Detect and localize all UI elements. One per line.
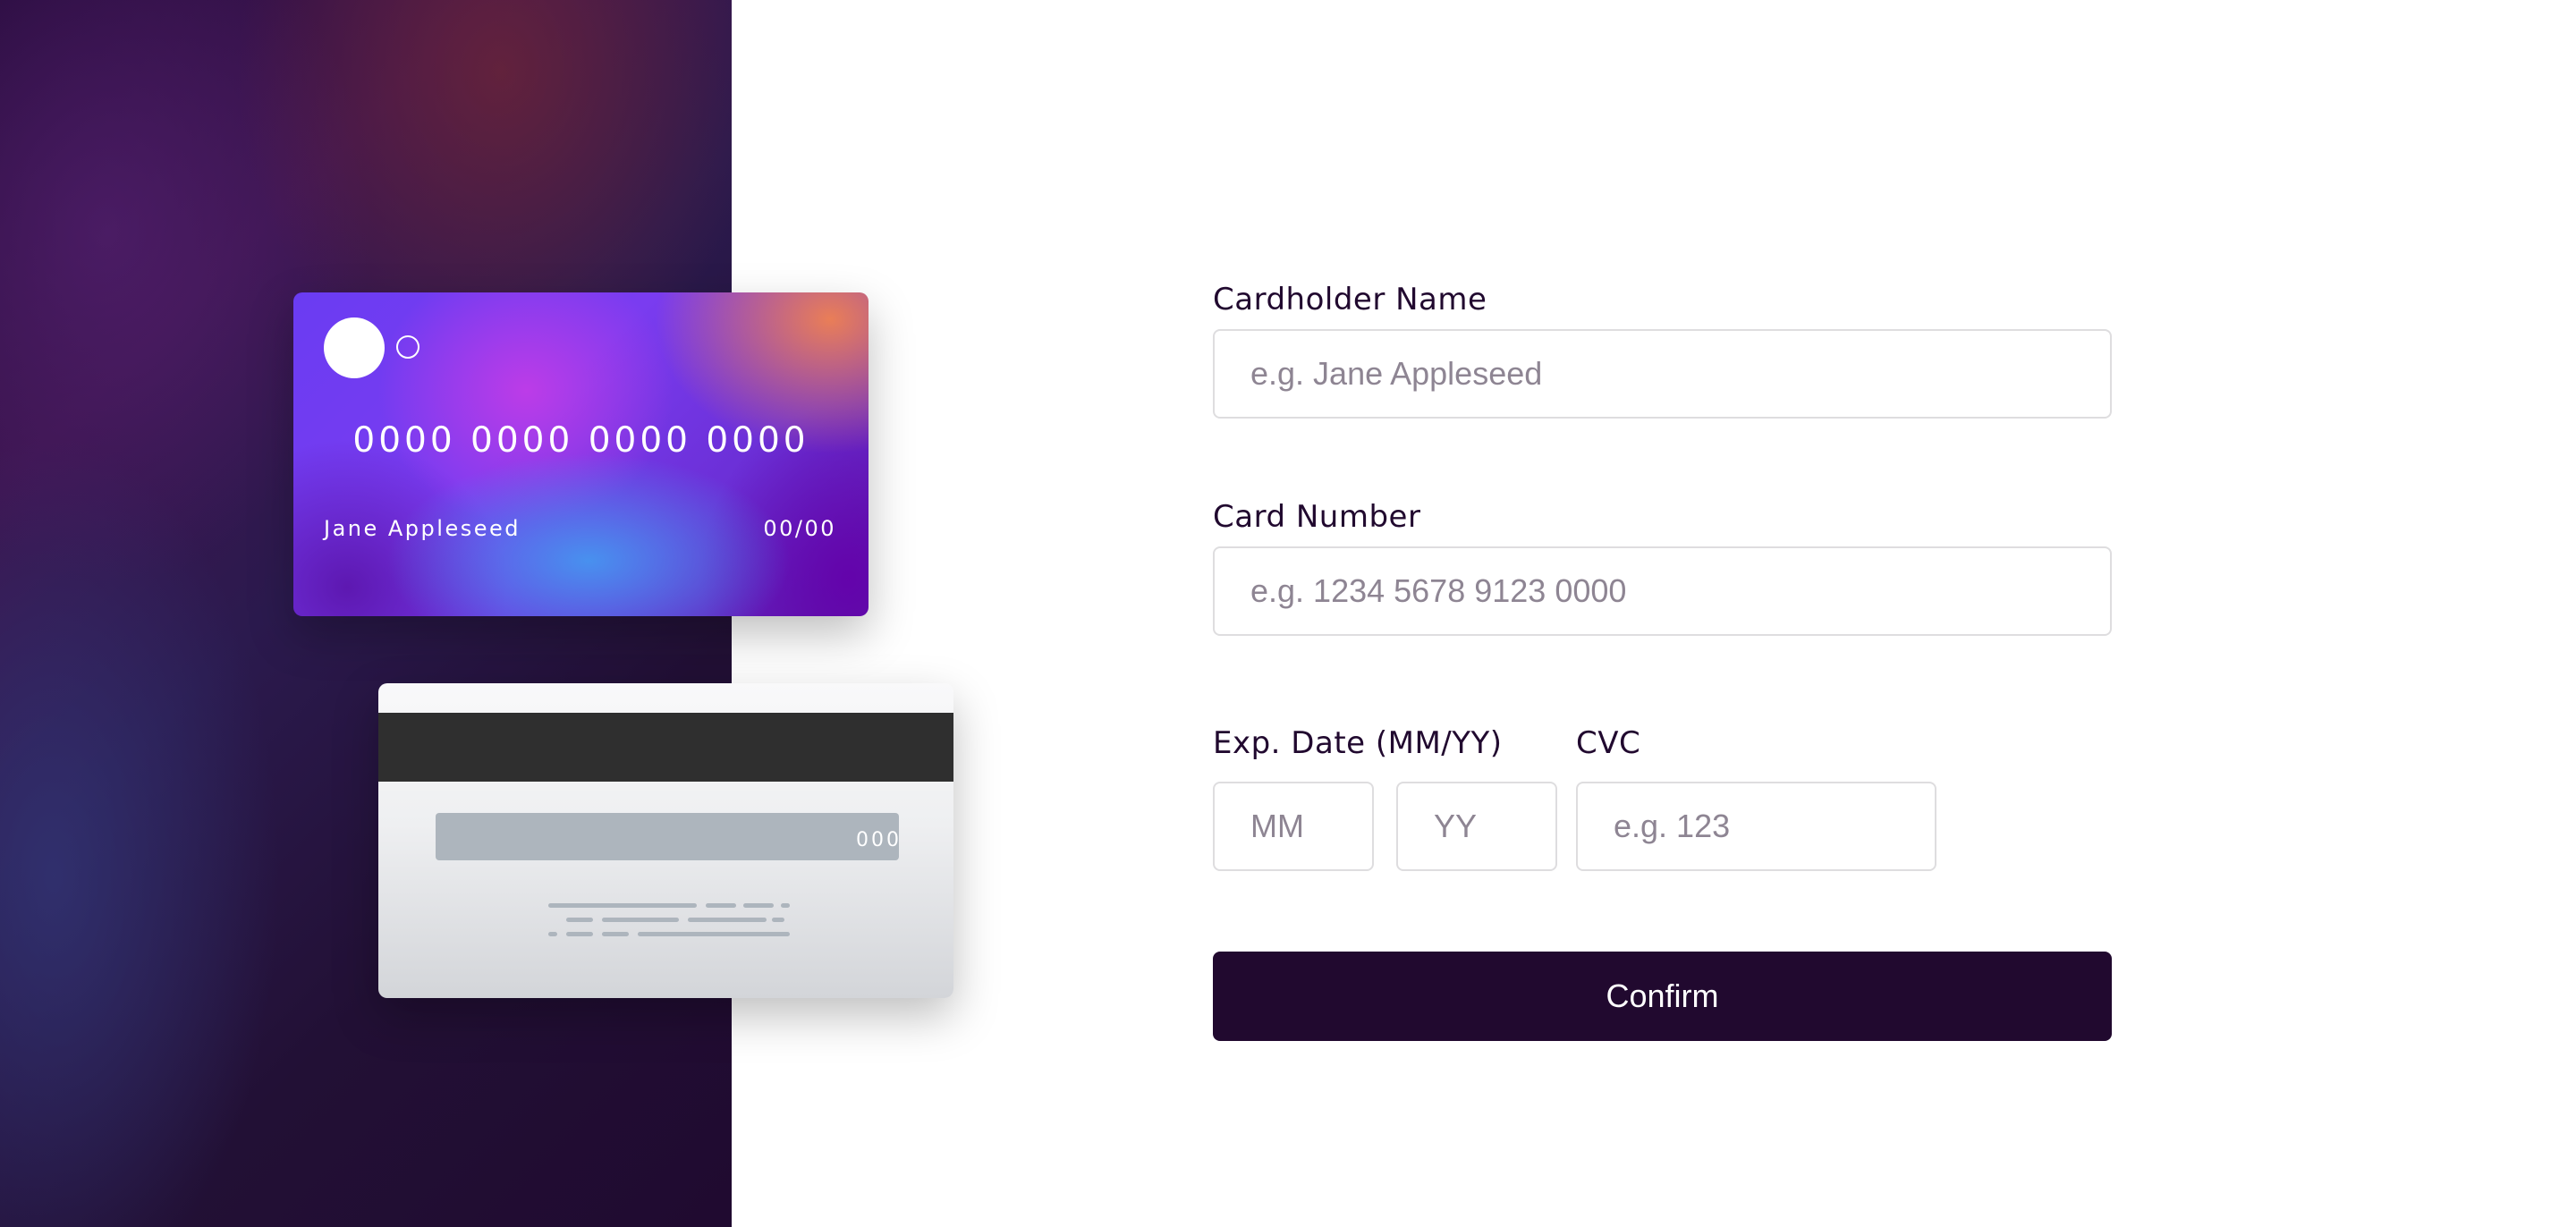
signature-strip xyxy=(436,813,899,860)
card-front-preview: 0000 0000 0000 0000 Jane Appleseed 00/00 xyxy=(293,292,869,616)
card-number-group: Card Number xyxy=(1213,502,2112,636)
card-logo-circle-outline-icon xyxy=(396,335,419,359)
card-number-preview: 0000 0000 0000 0000 xyxy=(352,420,809,461)
expiry-date-row xyxy=(1213,782,1557,871)
cardholder-name-input[interactable] xyxy=(1213,329,2112,419)
card-logo-circle-filled-icon xyxy=(324,317,385,378)
confirm-button[interactable]: Confirm xyxy=(1213,952,2112,1041)
cardholder-name-group: Cardholder Name xyxy=(1213,284,2112,419)
expiry-date-label: Exp. Date (MM/YY) xyxy=(1213,725,1503,761)
expiry-year-input[interactable] xyxy=(1396,782,1557,871)
card-number-label: Card Number xyxy=(1213,499,1421,535)
cvc-input[interactable] xyxy=(1576,782,1936,871)
card-expiry-preview: 00/00 xyxy=(763,516,836,541)
cvc-label: CVC xyxy=(1576,725,1641,761)
expiry-month-input[interactable] xyxy=(1213,782,1374,871)
cvc-group: CVC xyxy=(1576,728,1936,871)
card-cvc-preview: 000 xyxy=(856,829,902,851)
fine-print-lines-icon xyxy=(548,903,790,936)
card-details-page: 0000 0000 0000 0000 Jane Appleseed 00/00… xyxy=(0,0,2576,1227)
card-back-preview: 000 xyxy=(378,683,953,998)
cardholder-name-label: Cardholder Name xyxy=(1213,282,1487,317)
card-number-input[interactable] xyxy=(1213,546,2112,636)
cardholder-name-preview: Jane Appleseed xyxy=(324,516,521,541)
expiry-date-group: Exp. Date (MM/YY) xyxy=(1213,728,1557,871)
magnetic-stripe xyxy=(378,713,953,782)
